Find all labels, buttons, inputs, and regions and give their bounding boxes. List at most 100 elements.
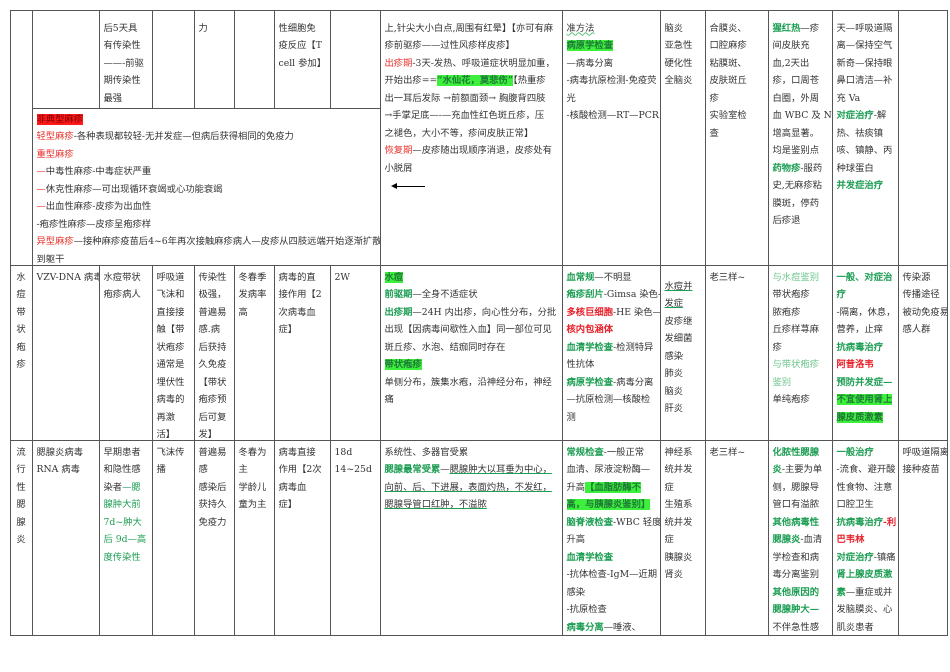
cell-line: 病毒的直 — [279, 269, 326, 287]
cell-line: —休克性麻疹—可出现循环衰竭或心功能衰竭 — [37, 181, 376, 199]
table-cell — [9, 9, 33, 266]
cell-line: 硬化性 — [665, 55, 701, 73]
cell-line: 非典型麻疹 — [36, 111, 376, 129]
cell-line: 症】 — [279, 321, 326, 339]
cell-line: 性 — [13, 479, 30, 497]
cell-text: -镇痛 — [873, 551, 896, 563]
cell-line: 开始出疹==“水仙花，莫悲伤”【热重疹 — [385, 72, 558, 90]
cell-line: 带状疱疹 — [773, 286, 828, 304]
table-cell: 天—呼吸道隔 离—保持空气 新奇—保持眼 鼻口清洁—补充 Va 对症治疗-解 热、祛痰镇咳… — [831, 9, 899, 266]
cell-text: 升高 — [566, 534, 586, 545]
cell-line: 水痘并 — [665, 278, 701, 296]
cell-text: 硬化性 — [664, 57, 693, 69]
cell-line: 腺 — [13, 514, 30, 532]
cell-line: 出疹期-3天-发热、呼吸道症状明显加重， — [385, 55, 558, 73]
cell-line: 猩红热—疹 — [773, 20, 828, 38]
cell-text: 与带状疱疹 — [772, 359, 820, 370]
cell-line: -抗体检查-IgM—近期 — [566, 566, 658, 584]
cell-text: 主 — [238, 464, 248, 475]
cell-text: 腮腺炎病毒 — [36, 446, 84, 458]
cell-text: 学龄儿 — [238, 481, 267, 493]
cell-line: 普遍易 — [199, 304, 230, 322]
cell-line: 极强， — [199, 286, 230, 304]
cell-line: 飞沫传 — [157, 444, 190, 462]
cell-line: 呼吸道 — [157, 269, 190, 287]
cell-line: 症】 — [279, 496, 326, 514]
cell-line: 膜斑，停药 — [773, 195, 828, 213]
cell-line: cell 参加】 — [279, 55, 327, 73]
cell-line: 白圈，外周 — [773, 90, 828, 108]
cell-line: 高 — [239, 304, 270, 322]
cell-text: 血,2天出 — [772, 57, 810, 69]
cell-line: 腺皮质激素 — [836, 409, 894, 427]
cell-text: 疱疹病人 — [103, 289, 141, 300]
cell-text: —皮疹随出现顺序消退，皮疹处有 — [412, 145, 552, 156]
cell-text: 肝炎 — [664, 403, 684, 414]
cell-line: 上,针尖大小白点,周围有红晕】【亦可有麻 — [385, 20, 558, 38]
cell-line: VZV-DNA 病毒 — [37, 269, 99, 287]
cell-text: 病原学检查 — [566, 40, 613, 51]
cell-text: 腮 — [16, 499, 26, 510]
cell-text: -服药 — [800, 162, 823, 174]
table-cell: 性细胞免 疫反应【T cell 参加】 — [273, 9, 331, 109]
cell-line: 史,无麻疹粘 — [773, 177, 828, 195]
cell-line: 老三样~ — [710, 269, 764, 287]
cell-text: — — [36, 183, 46, 195]
cell-text: 一般、对症治 — [836, 271, 893, 283]
cell-text: 水痘带状 — [103, 271, 141, 283]
cell-line: 疱疹刮片-Gimsa 染色- — [567, 286, 660, 304]
cell-line: 脑炎 — [665, 383, 701, 401]
cell-line: 发】 — [199, 426, 230, 440]
cell-text: 后获持 — [198, 341, 227, 353]
cell-line: 准方法 — [567, 20, 656, 38]
cell-line: 阿昔洛韦 — [837, 356, 894, 374]
cell-line: 接作用【2 — [279, 286, 326, 304]
cell-text: —重症或并 — [845, 586, 893, 598]
cell-line: 通常是 — [157, 356, 190, 374]
cell-line: 发症 — [665, 295, 701, 313]
cell-text: 上,针尖大小白点,周围有红晕】【亦可有麻 — [384, 22, 554, 34]
cell-text: 系统性、多器官受累 — [384, 446, 469, 458]
cell-text: 恢复期 — [384, 145, 413, 156]
cell-text: 【血脂肪酶不 — [585, 481, 641, 493]
cell-text: 【热重疹 — [513, 75, 546, 86]
cell-line: 侧，腮腺导 — [773, 479, 828, 497]
cell-line: 种球蛋白 — [837, 160, 894, 178]
cell-line: 痘 — [13, 286, 30, 304]
cell-line: 肌炎患者 — [837, 619, 894, 635]
cell-text: 腮腺炎 — [772, 534, 801, 545]
cell-line: 获持久 — [199, 496, 230, 514]
cell-text: -WBC 轻度 — [613, 516, 661, 528]
cell-text: 呼吸道 — [156, 271, 185, 283]
cell-line: 并发症治疗 — [837, 177, 894, 195]
cell-text: 合膜炎、 — [709, 22, 747, 34]
table-cell: 化脓性腮腺 炎-主要为单 侧，腮腺导 管口有溢脓 其他病毒性 腮腺炎-血清 学检查和病 毒分离… — [767, 439, 833, 636]
cell-text: -抗体检查-IgM—近期 — [566, 569, 658, 580]
cell-text: 单纯疱疹 — [772, 394, 810, 405]
cell-line: 腮腺肿大— — [773, 601, 828, 619]
cell-text: 核内包涵体 — [566, 324, 614, 335]
cell-text: 期传染性 — [103, 75, 141, 86]
cell-line: 腺肿大前 — [104, 496, 148, 514]
cell-line: 向前、后、下进展，表面灼热，不发红， — [385, 479, 558, 497]
cell-text: 后可复 — [198, 411, 227, 423]
cell-line: 14~25d — [335, 461, 376, 479]
cell-line: 亚急性 — [665, 37, 701, 55]
cell-line: 童为主 — [239, 496, 270, 514]
cell-line: 感.病 — [199, 321, 230, 339]
cell-line: 肾炎 — [665, 566, 701, 584]
cell-text: 接种疫苗 — [902, 464, 940, 475]
cell-line: 与水痘鉴别 — [773, 269, 828, 287]
cell-line: 力 — [199, 20, 230, 38]
cell-line: 统并发 — [665, 461, 701, 479]
cell-text: 准方法 — [566, 22, 595, 34]
cell-text: 早期患者 — [103, 446, 141, 458]
cell-text: 咳、镇静、丙 — [836, 145, 893, 156]
cell-text: 症】 — [278, 499, 298, 510]
cell-text: 其他病毒性 — [772, 516, 820, 528]
cell-text: —接种麻疹疫苗后4~6年再次接触麻疹病人—皮疹从四肢远端开始逐渐扩散 — [73, 236, 381, 247]
cell-text: 有传染性 — [103, 40, 141, 51]
table-cell: 早期患者 和隐性感 染者—腮 腺肿大前 7d~肿大后 9d—高 度传染性 — [98, 439, 153, 636]
cell-text: 冬春为 — [238, 446, 267, 458]
cell-line: 腮腺导管口红肿，不溢脓 — [385, 496, 558, 514]
